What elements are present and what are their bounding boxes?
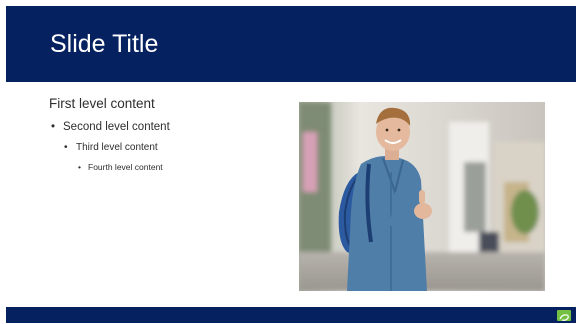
first-level-text: First level content: [49, 96, 155, 111]
slide-title: Slide Title: [50, 30, 159, 58]
slide: Slide Title First level content • Second…: [6, 6, 576, 323]
third-level-text: Third level content: [76, 142, 158, 153]
brand-logo-icon: [557, 310, 571, 321]
bullet-icon: •: [64, 142, 68, 153]
bullet-icon: •: [51, 121, 56, 133]
third-level-item: • Third level content: [62, 141, 289, 155]
fourth-level-text: Fourth level content: [88, 162, 163, 172]
bottom-bar: [6, 307, 576, 323]
student-thumbs-up-photo: [299, 102, 545, 291]
title-bar: Slide Title: [6, 6, 576, 82]
second-level-text: Second level content: [63, 121, 170, 133]
fourth-level-item: • Fourth level content: [76, 161, 289, 173]
bullet-icon: •: [78, 162, 81, 172]
photo-illustration: [299, 102, 545, 291]
logo-mark: [559, 314, 569, 321]
slide-content: First level content • Second level conte…: [49, 95, 289, 173]
second-level-item: • Second level content: [49, 119, 289, 135]
